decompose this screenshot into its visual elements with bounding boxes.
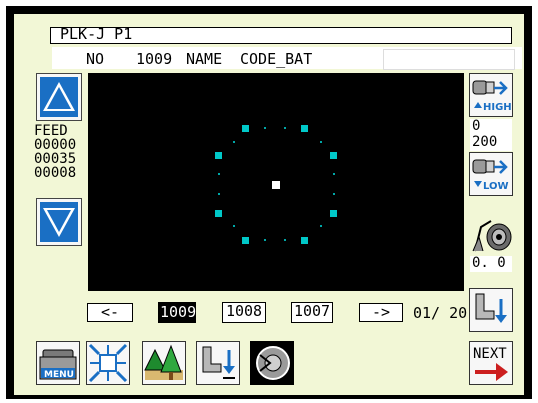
stitch-dot — [333, 173, 335, 175]
pattern-marker — [215, 210, 222, 217]
pattern-item-selected[interactable]: 1009 — [158, 302, 196, 323]
speed-high-value: 200 — [472, 134, 498, 150]
needle-down-icon — [475, 293, 507, 323]
menu-button[interactable]: MENU — [36, 341, 80, 385]
stitch-dot — [233, 225, 235, 227]
next-button[interactable]: NEXT — [469, 341, 513, 385]
pattern-marker — [301, 237, 308, 244]
stitch-dot — [333, 193, 335, 195]
pattern-item[interactable]: 1007 — [291, 302, 333, 323]
next-label: NEXT — [473, 346, 507, 362]
stitch-dot — [320, 225, 322, 227]
stitch-dot — [218, 173, 220, 175]
prev-button[interactable]: <- — [87, 303, 133, 322]
speed-high-button[interactable]: HIGH — [469, 73, 513, 117]
pattern-marker — [330, 152, 337, 159]
arrow-up-icon — [40, 77, 78, 117]
stitch-dot — [233, 141, 235, 143]
tension-value: 0. 0 — [472, 255, 506, 271]
pattern-marker — [330, 210, 337, 217]
feed-value-3: 00008 — [34, 165, 77, 181]
menu-label: MENU — [44, 370, 74, 380]
feed-up-button[interactable] — [36, 73, 82, 121]
needle-position-icon — [202, 346, 235, 379]
next-arrow-icon: NEXT — [473, 346, 508, 381]
origin-icon — [88, 343, 128, 383]
no-label: NO — [86, 50, 105, 68]
feed-value-1: 00000 — [34, 137, 77, 153]
page-title: PLK-J P1 — [60, 25, 133, 43]
speed-low-icon: LOW — [472, 159, 509, 192]
stitch-dot — [320, 141, 322, 143]
pattern-view-button[interactable] — [142, 341, 186, 385]
pattern-canvas — [88, 73, 464, 291]
winder-icon — [256, 346, 290, 380]
next-page-button[interactable]: -> — [359, 303, 403, 322]
thread-tension-icon — [472, 220, 512, 252]
arrow-down-icon — [40, 202, 78, 242]
stitch-dot — [218, 193, 220, 195]
origin-button[interactable] — [86, 341, 130, 385]
trees-icon — [144, 344, 183, 380]
feed-value-2: 00035 — [34, 151, 77, 167]
stitch-dot — [264, 239, 266, 241]
menu-icon: MENU — [39, 349, 77, 380]
stitch-dot — [264, 127, 266, 129]
stitch-dot — [284, 127, 286, 129]
needle-down-button[interactable] — [469, 288, 513, 332]
speed-low-button[interactable]: LOW — [469, 152, 513, 196]
pattern-center-marker — [272, 181, 280, 189]
name-value: CODE_BAT — [240, 50, 313, 68]
no-value: 1009 — [136, 50, 173, 68]
speed-low-label: LOW — [483, 181, 509, 192]
page-indicator: 01/ 20 — [413, 304, 468, 322]
winder-button[interactable] — [250, 341, 294, 385]
pattern-marker — [301, 125, 308, 132]
feed-down-button[interactable] — [36, 198, 82, 246]
speed-low-value: 0 — [472, 118, 481, 134]
info-blank-field — [383, 49, 515, 70]
speed-high-label: HIGH — [483, 102, 512, 113]
pattern-marker — [242, 237, 249, 244]
name-label: NAME — [186, 50, 223, 68]
stitch-dot — [284, 239, 286, 241]
needle-position-button[interactable] — [196, 341, 240, 385]
thread-tension-button[interactable] — [469, 207, 513, 255]
pattern-item[interactable]: 1008 — [222, 302, 266, 323]
pattern-marker — [242, 125, 249, 132]
feed-label: FEED — [34, 123, 68, 139]
speed-high-icon: HIGH — [472, 80, 512, 113]
pattern-marker — [215, 152, 222, 159]
